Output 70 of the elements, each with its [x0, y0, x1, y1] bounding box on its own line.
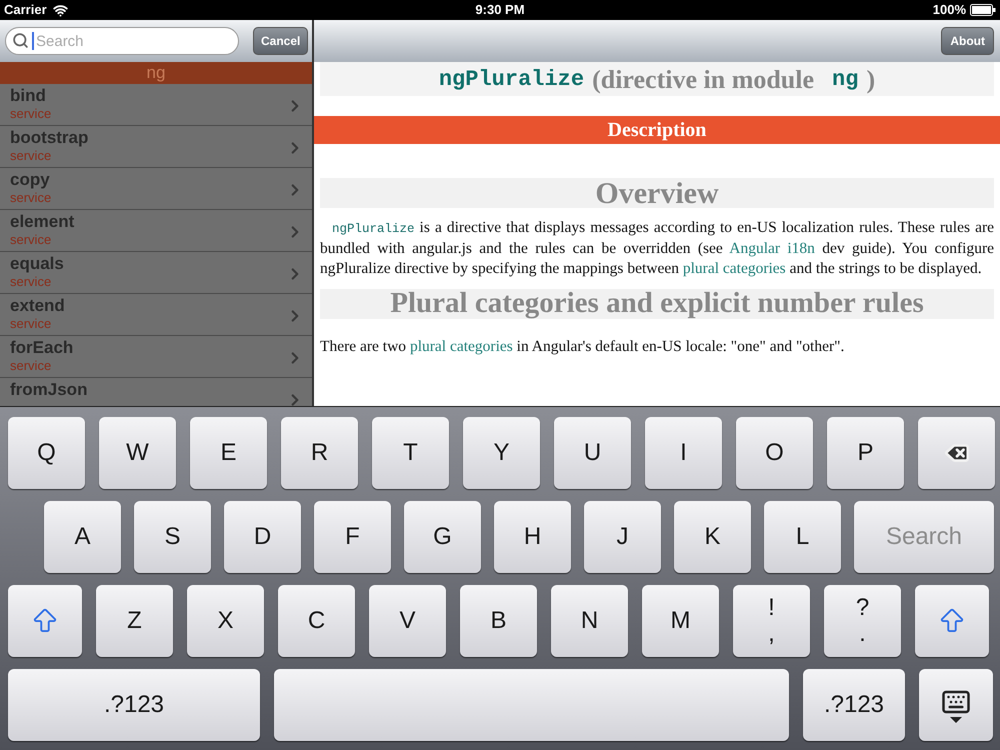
key[interactable]: F	[314, 501, 391, 573]
page-title: ngPluralize (directive in module ng )	[320, 62, 994, 96]
plural-paragraph: There are two plural categories in Angular's default en-US locale: "one" and "other".	[320, 337, 846, 357]
item-type: service	[10, 189, 52, 207]
cancel-button[interactable]: Cancel	[253, 27, 308, 55]
key[interactable]: K	[674, 501, 751, 573]
text-link[interactable]: plural categories	[410, 338, 513, 355]
item-name: bootstrap	[10, 129, 88, 147]
key[interactable]: ! ,	[733, 585, 810, 657]
item-name: forEach	[10, 339, 74, 357]
text-cursor	[32, 32, 34, 50]
carrier-label: Carrier	[4, 1, 47, 20]
about-button[interactable]: About	[941, 27, 994, 55]
key[interactable]: B	[460, 585, 537, 657]
overview-paragraph: ngPluralize is a directive that displays messages according to en-US localization rules. These rules are bundled with angular.js and the rules can be overridden (see Angular i18n dev guide). You configure ngPluralize directive by specifying the mappings between plural categories and the strings to be displayed.	[320, 218, 994, 279]
item-name: extend	[10, 297, 65, 315]
description-banner: Description	[314, 116, 1000, 144]
numbers-key[interactable]: .?123	[8, 669, 260, 741]
key[interactable]: G	[404, 501, 481, 573]
section-heading: Overview	[320, 178, 994, 208]
key[interactable]: E	[190, 417, 267, 489]
clock: 9:30 PM	[475, 1, 525, 20]
section-header: ng	[0, 62, 312, 84]
key[interactable]: C	[278, 585, 355, 657]
battery-percent: 100%	[932, 1, 966, 20]
item-type: service	[10, 315, 52, 333]
item-name: element	[10, 213, 74, 231]
battery-icon	[970, 4, 996, 16]
item-type: service	[10, 273, 52, 291]
key[interactable]: Z	[96, 585, 173, 657]
key[interactable]: U	[554, 417, 631, 489]
item-name: equals	[10, 255, 64, 273]
text-link[interactable]: plural categories	[682, 260, 786, 277]
key[interactable]: J	[584, 501, 661, 573]
item-type: service	[10, 357, 52, 375]
section-heading: Plural categories and explicit number rules	[320, 289, 994, 319]
key[interactable]: ? .	[824, 585, 901, 657]
key[interactable]: Q	[8, 417, 85, 489]
key[interactable]: W	[99, 417, 176, 489]
text-link[interactable]: Angular i18n	[729, 240, 815, 257]
key[interactable]: P	[827, 417, 904, 489]
hide-keyboard-key[interactable]	[919, 669, 993, 741]
key[interactable]: L	[764, 501, 841, 573]
key[interactable]: V	[369, 585, 446, 657]
item-name: copy	[10, 171, 51, 189]
item-type: service	[10, 105, 52, 123]
key[interactable]: O	[736, 417, 813, 489]
item-type: service	[10, 231, 52, 249]
numbers-key[interactable]: .?123	[803, 669, 905, 741]
key[interactable]: M	[642, 585, 719, 657]
down-triangle-icon	[950, 717, 962, 723]
search-field[interactable]: Search	[5, 27, 239, 55]
key[interactable]: D	[224, 501, 301, 573]
key[interactable]: H	[494, 501, 571, 573]
key[interactable]: I	[645, 417, 722, 489]
key[interactable]: T	[372, 417, 449, 489]
key[interactable]: Y	[463, 417, 540, 489]
key[interactable]: X	[187, 585, 264, 657]
key[interactable]: R	[281, 417, 358, 489]
item-type: service	[10, 147, 52, 165]
backspace-key[interactable]	[918, 417, 995, 489]
key[interactable]: S	[134, 501, 211, 573]
key[interactable]: A	[44, 501, 121, 573]
shift-key[interactable]	[915, 585, 989, 657]
wifi-icon	[52, 2, 68, 18]
item-name: bind	[10, 87, 47, 105]
item-name: fromJson	[10, 381, 88, 399]
key[interactable]: N	[551, 585, 628, 657]
shift-key[interactable]	[8, 585, 82, 657]
search-icon	[12, 32, 29, 49]
